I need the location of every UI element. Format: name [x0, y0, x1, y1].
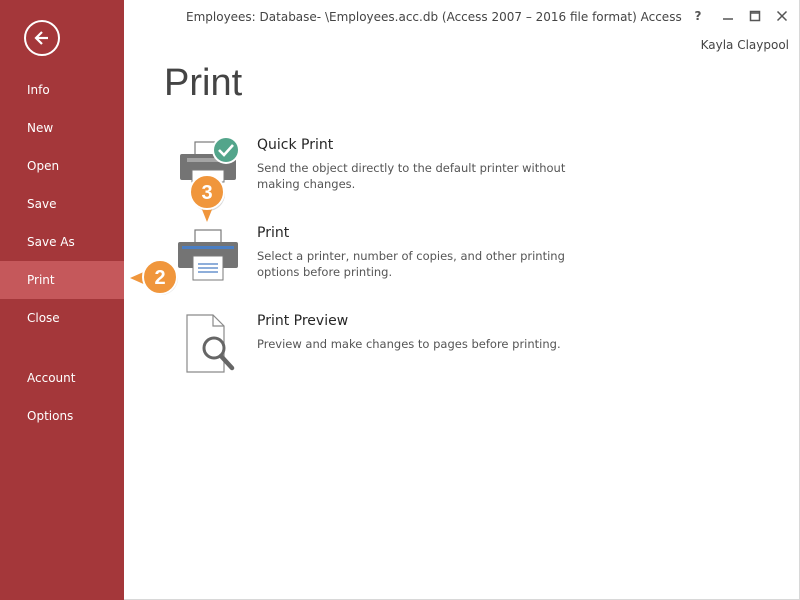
sidebar-item-account[interactable]: Account [0, 359, 124, 397]
sidebar-item-open[interactable]: Open [0, 147, 124, 185]
sidebar-item-close[interactable]: Close [0, 299, 124, 337]
print-preview-option[interactable]: Print Preview Preview and make changes t… [174, 310, 594, 380]
close-window-button[interactable] [770, 6, 794, 26]
quick-print-option[interactable]: Quick Print Send the object directly to … [174, 134, 594, 204]
minimize-icon [723, 18, 733, 20]
quick-print-title: Quick Print [257, 137, 334, 153]
page-title: Print [164, 62, 243, 104]
sidebar-item-print[interactable]: Print [0, 261, 124, 299]
main-content: Employees: Database- \Employees.acc.db (… [124, 0, 800, 600]
sidebar-item-new[interactable]: New [0, 109, 124, 147]
help-button[interactable]: ? [686, 6, 710, 26]
backstage-sidebar: Info New Open Save Save As Print Close A… [0, 0, 124, 600]
sidebar-item-save[interactable]: Save [0, 185, 124, 223]
step-callout-2: 2 [130, 259, 178, 295]
sidebar-item-info[interactable]: Info [0, 71, 124, 109]
back-arrow-icon [34, 31, 48, 45]
window-title: Employees: Database- \Employees.acc.db (… [186, 10, 682, 24]
print-description: Select a printer, number of copies, and … [257, 249, 565, 279]
printer-icon [178, 229, 238, 281]
callout-2-label: 2 [154, 267, 165, 289]
account-user-name[interactable]: Kayla Claypool [701, 38, 789, 52]
callout-3-label: 3 [201, 182, 212, 204]
print-preview-icon [186, 314, 235, 373]
print-preview-title: Print Preview [257, 313, 349, 329]
quick-print-description: Send the object directly to the default … [257, 161, 566, 191]
maximize-icon [749, 10, 761, 22]
sidebar-item-options[interactable]: Options [0, 397, 124, 435]
back-button[interactable] [24, 20, 60, 56]
sidebar-item-save-as[interactable]: Save As [0, 223, 124, 261]
help-icon: ? [694, 9, 702, 23]
close-icon [776, 10, 788, 22]
step-callout-3: 3 [189, 174, 225, 222]
minimize-button[interactable] [716, 6, 740, 26]
print-option[interactable]: Print Select a printer, number of copies… [174, 222, 594, 292]
print-preview-description: Preview and make changes to pages before… [257, 337, 561, 351]
print-title: Print [257, 225, 290, 241]
maximize-button[interactable] [743, 6, 767, 26]
